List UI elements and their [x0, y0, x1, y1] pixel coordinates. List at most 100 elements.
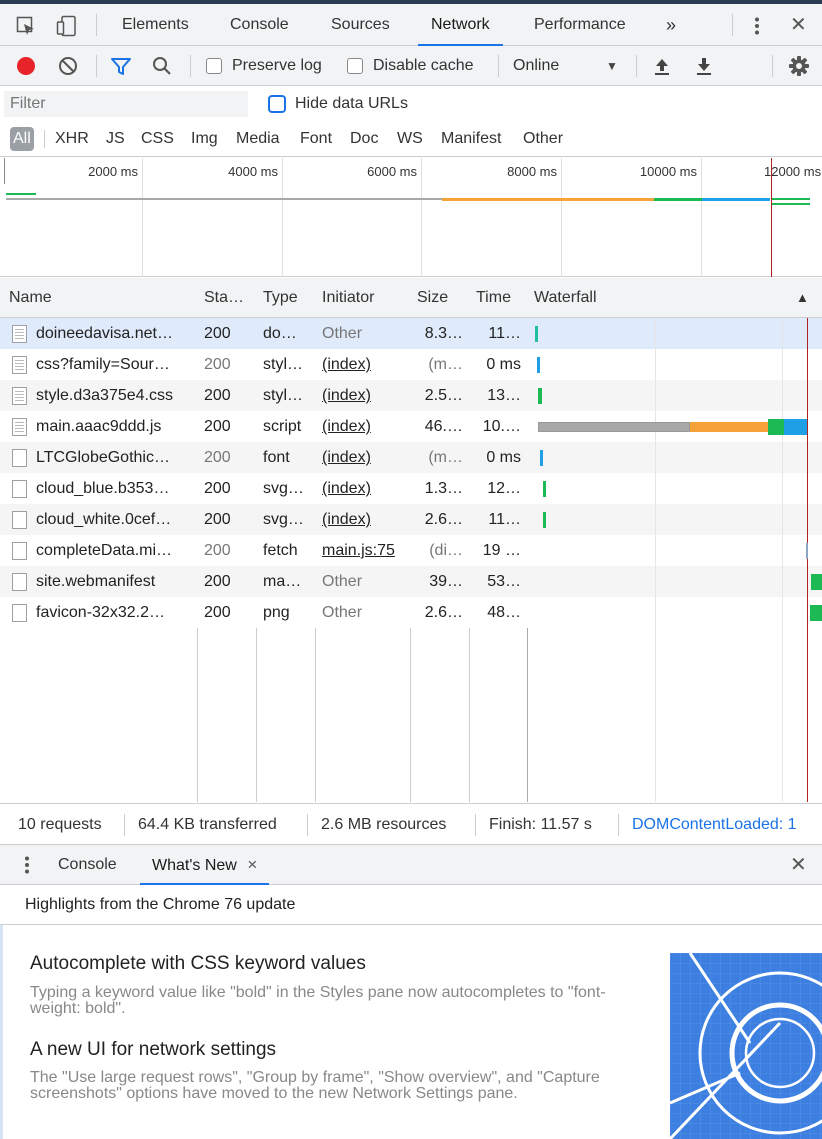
search-icon[interactable]	[152, 56, 172, 76]
inspect-element-icon[interactable]	[16, 16, 36, 36]
cell-size: (m…	[428, 449, 463, 466]
sort-ascending-icon[interactable]: ▲	[790, 278, 814, 318]
cell-size: 2.6…	[424, 511, 463, 528]
cell-initiator[interactable]: (index)	[316, 442, 410, 473]
cell-size: (di…	[429, 542, 463, 559]
import-har-icon[interactable]	[654, 56, 670, 76]
overview-bar	[772, 198, 810, 200]
type-doc[interactable]: Doc	[350, 127, 378, 151]
tab-network[interactable]: Network	[418, 4, 503, 46]
preserve-log-checkbox[interactable]	[206, 58, 222, 74]
filter-input[interactable]	[4, 91, 248, 117]
disable-cache-checkbox[interactable]	[347, 58, 363, 74]
column-header-waterfall[interactable]: Waterfall	[528, 278, 768, 318]
file-icon	[12, 387, 27, 405]
cell-initiator[interactable]: main.js:75	[316, 535, 410, 566]
cell-status: 200	[204, 356, 231, 373]
type-other[interactable]: Other	[523, 127, 563, 151]
divider	[96, 55, 97, 77]
file-icon	[12, 511, 27, 529]
waterfall-gridline	[782, 318, 783, 802]
chevron-down-icon[interactable]: ▼	[606, 46, 618, 86]
waterfall-bar	[810, 605, 822, 621]
close-devtools-icon[interactable]: ✕	[790, 4, 807, 46]
column-header-name[interactable]: Name	[0, 278, 197, 318]
kebab-menu-icon[interactable]	[754, 17, 760, 35]
table-row[interactable]: cloud_white.0cef… 200 svg… (index) 2.6… 11…	[0, 504, 822, 535]
table-row[interactable]: style.d3a375e4.css 200 styl… (index) 2.5… 13…	[0, 380, 822, 411]
more-tabs-button[interactable]: »	[666, 4, 676, 46]
cell-initiator[interactable]: (index)	[316, 349, 410, 380]
tab-sources[interactable]: Sources	[331, 4, 390, 46]
close-drawer-icon[interactable]: ✕	[790, 845, 807, 885]
table-row[interactable]: cloud_blue.b353… 200 svg… (index) 1.3… 12…	[0, 473, 822, 504]
type-font[interactable]: Font	[300, 127, 332, 151]
record-icon[interactable]	[16, 56, 36, 76]
overview-bar	[6, 193, 36, 195]
preserve-log-label: Preserve log	[232, 57, 322, 74]
article-title[interactable]: Autocomplete with CSS keyword values	[30, 953, 366, 975]
filter-icon[interactable]	[110, 56, 132, 76]
table-row[interactable]: completeData.mi… 200 fetch main.js:75 (di… 19…	[0, 535, 822, 566]
cell-status: 200	[204, 604, 231, 621]
drawer-menu-icon[interactable]	[24, 856, 30, 874]
column-header-time[interactable]: Time	[470, 278, 527, 318]
waterfall-bar	[538, 388, 542, 404]
cell-time: 13…	[487, 387, 521, 404]
network-overview[interactable]: 2000 ms 4000 ms 6000 ms 8000 ms 10000 ms…	[0, 158, 822, 277]
type-img[interactable]: Img	[191, 127, 218, 151]
cell-name: main.aaac9ddd.js	[36, 418, 162, 435]
table-row[interactable]: favicon-32x32.2… 200 png Other 2.6… 48…	[0, 597, 822, 628]
article-description: The "Use large request rows", "Group by …	[30, 1069, 600, 1102]
cell-type: png	[263, 604, 290, 621]
column-header-initiator[interactable]: Initiator	[316, 278, 410, 318]
cell-time: 53…	[487, 573, 521, 590]
overview-bar	[654, 198, 702, 201]
cell-status: 200	[204, 387, 231, 404]
export-har-icon[interactable]	[696, 56, 712, 76]
tab-console[interactable]: Console	[230, 4, 289, 46]
clear-icon[interactable]	[58, 56, 78, 76]
close-tab-icon[interactable]: ×	[247, 855, 257, 874]
column-header-type[interactable]: Type	[257, 278, 315, 318]
table-row[interactable]: LTCGlobeGothic… 200 font (index) (m… 0 ms	[0, 442, 822, 473]
cell-initiator[interactable]: (index)	[316, 504, 410, 535]
cell-name: css?family=Sour…	[36, 356, 170, 373]
column-header-status[interactable]: Sta…	[198, 278, 256, 318]
cell-type: do…	[263, 325, 297, 342]
type-ws[interactable]: WS	[397, 127, 423, 151]
hide-data-urls-label: Hide data URLs	[295, 95, 408, 112]
type-xhr[interactable]: XHR	[55, 127, 89, 151]
hide-data-urls-checkbox[interactable]	[268, 95, 286, 113]
type-media[interactable]: Media	[236, 127, 280, 151]
column-header-size[interactable]: Size	[411, 278, 469, 318]
cell-status: 200	[204, 325, 231, 342]
gear-icon[interactable]	[788, 55, 810, 77]
type-js[interactable]: JS	[106, 127, 125, 151]
finish-time: Finish: 11.57 s	[489, 816, 592, 833]
table-row[interactable]: css?family=Sour… 200 styl… (index) (m… 0 ms	[0, 349, 822, 380]
throttling-select[interactable]: Online	[513, 46, 559, 86]
table-row[interactable]: site.webmanifest 200 ma… Other 39… 53…	[0, 566, 822, 597]
cell-initiator[interactable]: (index)	[316, 380, 410, 411]
cell-size: 39…	[429, 573, 463, 590]
drawer-tab-console[interactable]: Console	[58, 845, 117, 885]
cell-size: (m…	[428, 356, 463, 373]
cell-type: svg…	[263, 480, 304, 497]
type-manifest[interactable]: Manifest	[441, 127, 501, 151]
file-icon	[12, 418, 27, 436]
type-css[interactable]: CSS	[141, 127, 174, 151]
cell-initiator: Other	[322, 604, 363, 621]
cell-status: 200	[204, 573, 231, 590]
tab-elements[interactable]: Elements	[122, 4, 189, 46]
cell-initiator: Other	[322, 573, 363, 590]
drawer-tab-whats-new[interactable]: What's New ×	[140, 845, 270, 885]
table-row[interactable]: doineedavisa.net… 200 do… Other 8.3… 11…	[0, 318, 822, 349]
type-all[interactable]: All	[10, 127, 34, 151]
tab-performance[interactable]: Performance	[534, 4, 626, 46]
device-toolbar-icon[interactable]	[56, 15, 78, 37]
article-title[interactable]: A new UI for network settings	[30, 1039, 276, 1061]
cell-initiator[interactable]: (index)	[316, 411, 410, 442]
cell-initiator[interactable]: (index)	[316, 473, 410, 504]
cell-size: 1.3…	[424, 480, 463, 497]
